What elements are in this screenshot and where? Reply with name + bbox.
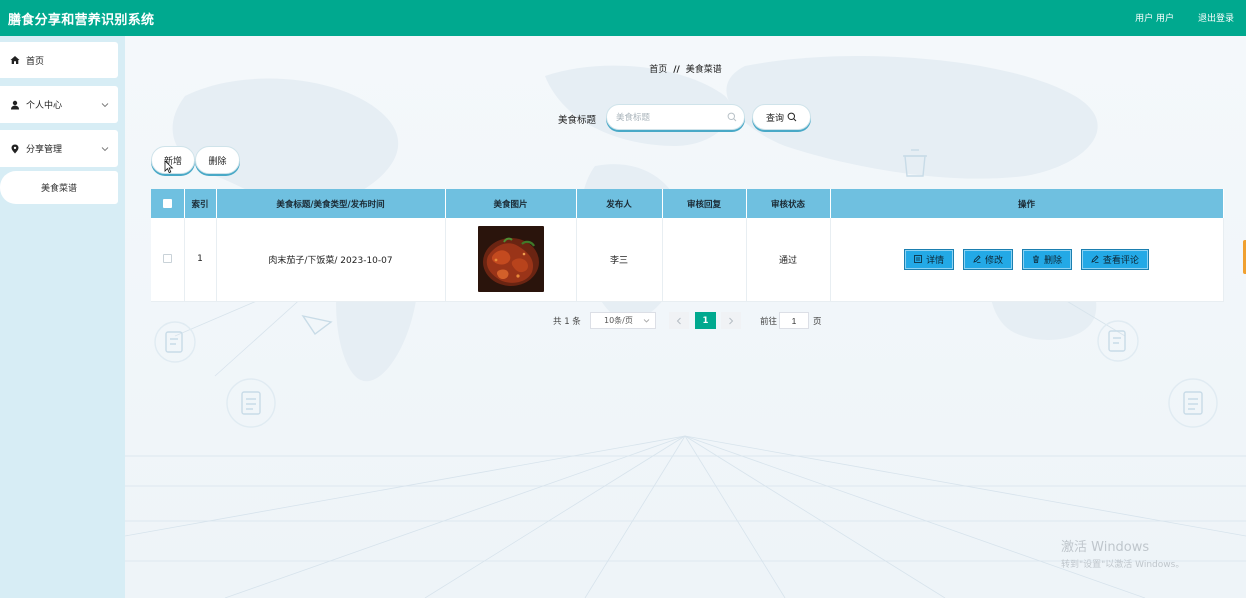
column-header-review-reply: 审核回复 (662, 189, 747, 218)
prev-page-button[interactable] (669, 312, 689, 329)
sidebar-item-share-management[interactable]: 分享管理 (0, 130, 118, 167)
location-icon (10, 144, 20, 154)
edit-button[interactable]: 修改 (963, 248, 1014, 270)
delete-button-label: 删除 (1043, 255, 1062, 266)
app-title: 膳食分享和营养识别系统 (8, 13, 155, 28)
chevron-down-icon (643, 319, 650, 323)
column-header-review-status: 审核状态 (746, 189, 831, 218)
view-comments-button-label: 查看评论 (1102, 255, 1139, 266)
food-photo[interactable] (477, 226, 544, 293)
delete-button[interactable]: 删除 (1021, 248, 1072, 270)
chevron-right-icon (729, 317, 734, 324)
pagination: 共 1 条 10条/页 1 前往 页 (125, 312, 1246, 330)
select-all-checkbox[interactable] (162, 198, 172, 208)
breadcrumb-separator: // (673, 65, 680, 75)
row-publisher: 李三 (576, 218, 663, 302)
row-actions-cell: 详情 修改 删除 查看评论 (830, 218, 1224, 302)
column-header-actions: 操作 (830, 189, 1224, 218)
query-button[interactable]: 查询 (752, 104, 811, 130)
recipes-table: 索引 美食标题/美食类型/发布时间 美食图片 发布人 审核回复 审核状态 操作 … (151, 189, 1224, 302)
sidebar-item-home[interactable]: 首页 (0, 42, 118, 78)
sidebar-item-label: 首页 (26, 56, 45, 67)
page-number-current[interactable]: 1 (695, 312, 716, 329)
search-label: 美食标题 (558, 115, 597, 126)
column-header-publisher: 发布人 (576, 189, 663, 218)
watermark-line1: 激活 Windows (1061, 540, 1150, 555)
detail-button-label: 详情 (926, 255, 945, 266)
batch-delete-button[interactable]: 删除 (195, 146, 240, 174)
column-header-index: 索引 (184, 189, 217, 218)
logout-button[interactable]: 退出登录 (1198, 11, 1234, 24)
goto-unit: 页 (813, 317, 822, 327)
main-content: 首页//美食菜谱 美食标题 查询 新增 删除 索引 美食标题/美食类型/发布时间… (125, 36, 1246, 598)
chevron-down-icon (101, 102, 109, 107)
goto-page-input[interactable] (779, 312, 809, 329)
table-row: 1 肉末茄子/下饭菜/ 2023-10-07 李三 通过 详情 修改 删除 查看… (151, 218, 1224, 302)
trash-icon (1032, 255, 1039, 264)
chevron-down-icon (101, 146, 109, 151)
pagination-total: 共 1 条 (553, 317, 581, 327)
breadcrumb-current: 美食菜谱 (685, 65, 722, 75)
select-all-cell[interactable] (151, 189, 185, 218)
breadcrumb-home[interactable]: 首页 (649, 65, 667, 75)
page-size-select[interactable]: 10条/页 (590, 312, 656, 329)
breadcrumb: 首页 // 美食菜谱 (125, 62, 1246, 75)
table-header-row: 索引 美食标题/美食类型/发布时间 美食图片 发布人 审核回复 审核状态 操作 (151, 189, 1224, 218)
row-title: 肉末茄子/下饭菜/ 2023-10-07 (216, 218, 446, 302)
home-icon (10, 55, 20, 65)
watermark-line2: 转到"设置"以激活 Windows。 (1061, 560, 1185, 570)
search-icon (787, 112, 797, 122)
edit-icon (973, 255, 981, 264)
windows-activation-watermark: 激活 Windows 转到"设置"以激活 Windows。 (1061, 536, 1184, 570)
query-button-label: 查询 (765, 113, 784, 124)
search-icon (727, 112, 737, 122)
mouse-cursor-icon (164, 160, 174, 174)
row-checkbox[interactable] (162, 254, 172, 264)
user-icon (10, 100, 20, 110)
row-review-status: 通过 (746, 218, 831, 302)
goto-label: 前往 (760, 317, 778, 327)
row-index: 1 (184, 218, 217, 302)
detail-icon (914, 255, 923, 264)
sidebar-item-label: 个人中心 (26, 101, 63, 111)
view-comments-button[interactable]: 查看评论 (1080, 248, 1149, 270)
next-page-button[interactable] (721, 312, 741, 329)
sidebar-subitem-food-recipes[interactable]: 美食菜谱 (0, 171, 118, 204)
search-input[interactable] (606, 104, 745, 130)
sidebar: 首页 个人中心 分享管理 美食菜谱 (0, 36, 125, 598)
chevron-left-icon (676, 317, 681, 324)
column-header-title: 美食标题/美食类型/发布时间 (216, 189, 446, 218)
column-header-image: 美食图片 (445, 189, 577, 218)
sidebar-item-label: 分享管理 (26, 145, 63, 155)
row-image-cell (445, 218, 577, 302)
current-user-label[interactable]: 用户 用户 (1135, 11, 1174, 24)
page-size-value: 10条/页 (604, 316, 633, 325)
row-select-cell[interactable] (151, 218, 185, 302)
edit-button-label: 修改 (985, 255, 1004, 266)
row-review-reply (662, 218, 747, 302)
edit-icon (1091, 255, 1099, 264)
sidebar-subitem-label: 美食菜谱 (40, 184, 77, 194)
detail-button[interactable]: 详情 (904, 248, 955, 270)
top-header: 膳食分享和营养识别系统 用户 用户 退出登录 (0, 0, 1246, 36)
sidebar-item-personal-center[interactable]: 个人中心 (0, 86, 118, 123)
